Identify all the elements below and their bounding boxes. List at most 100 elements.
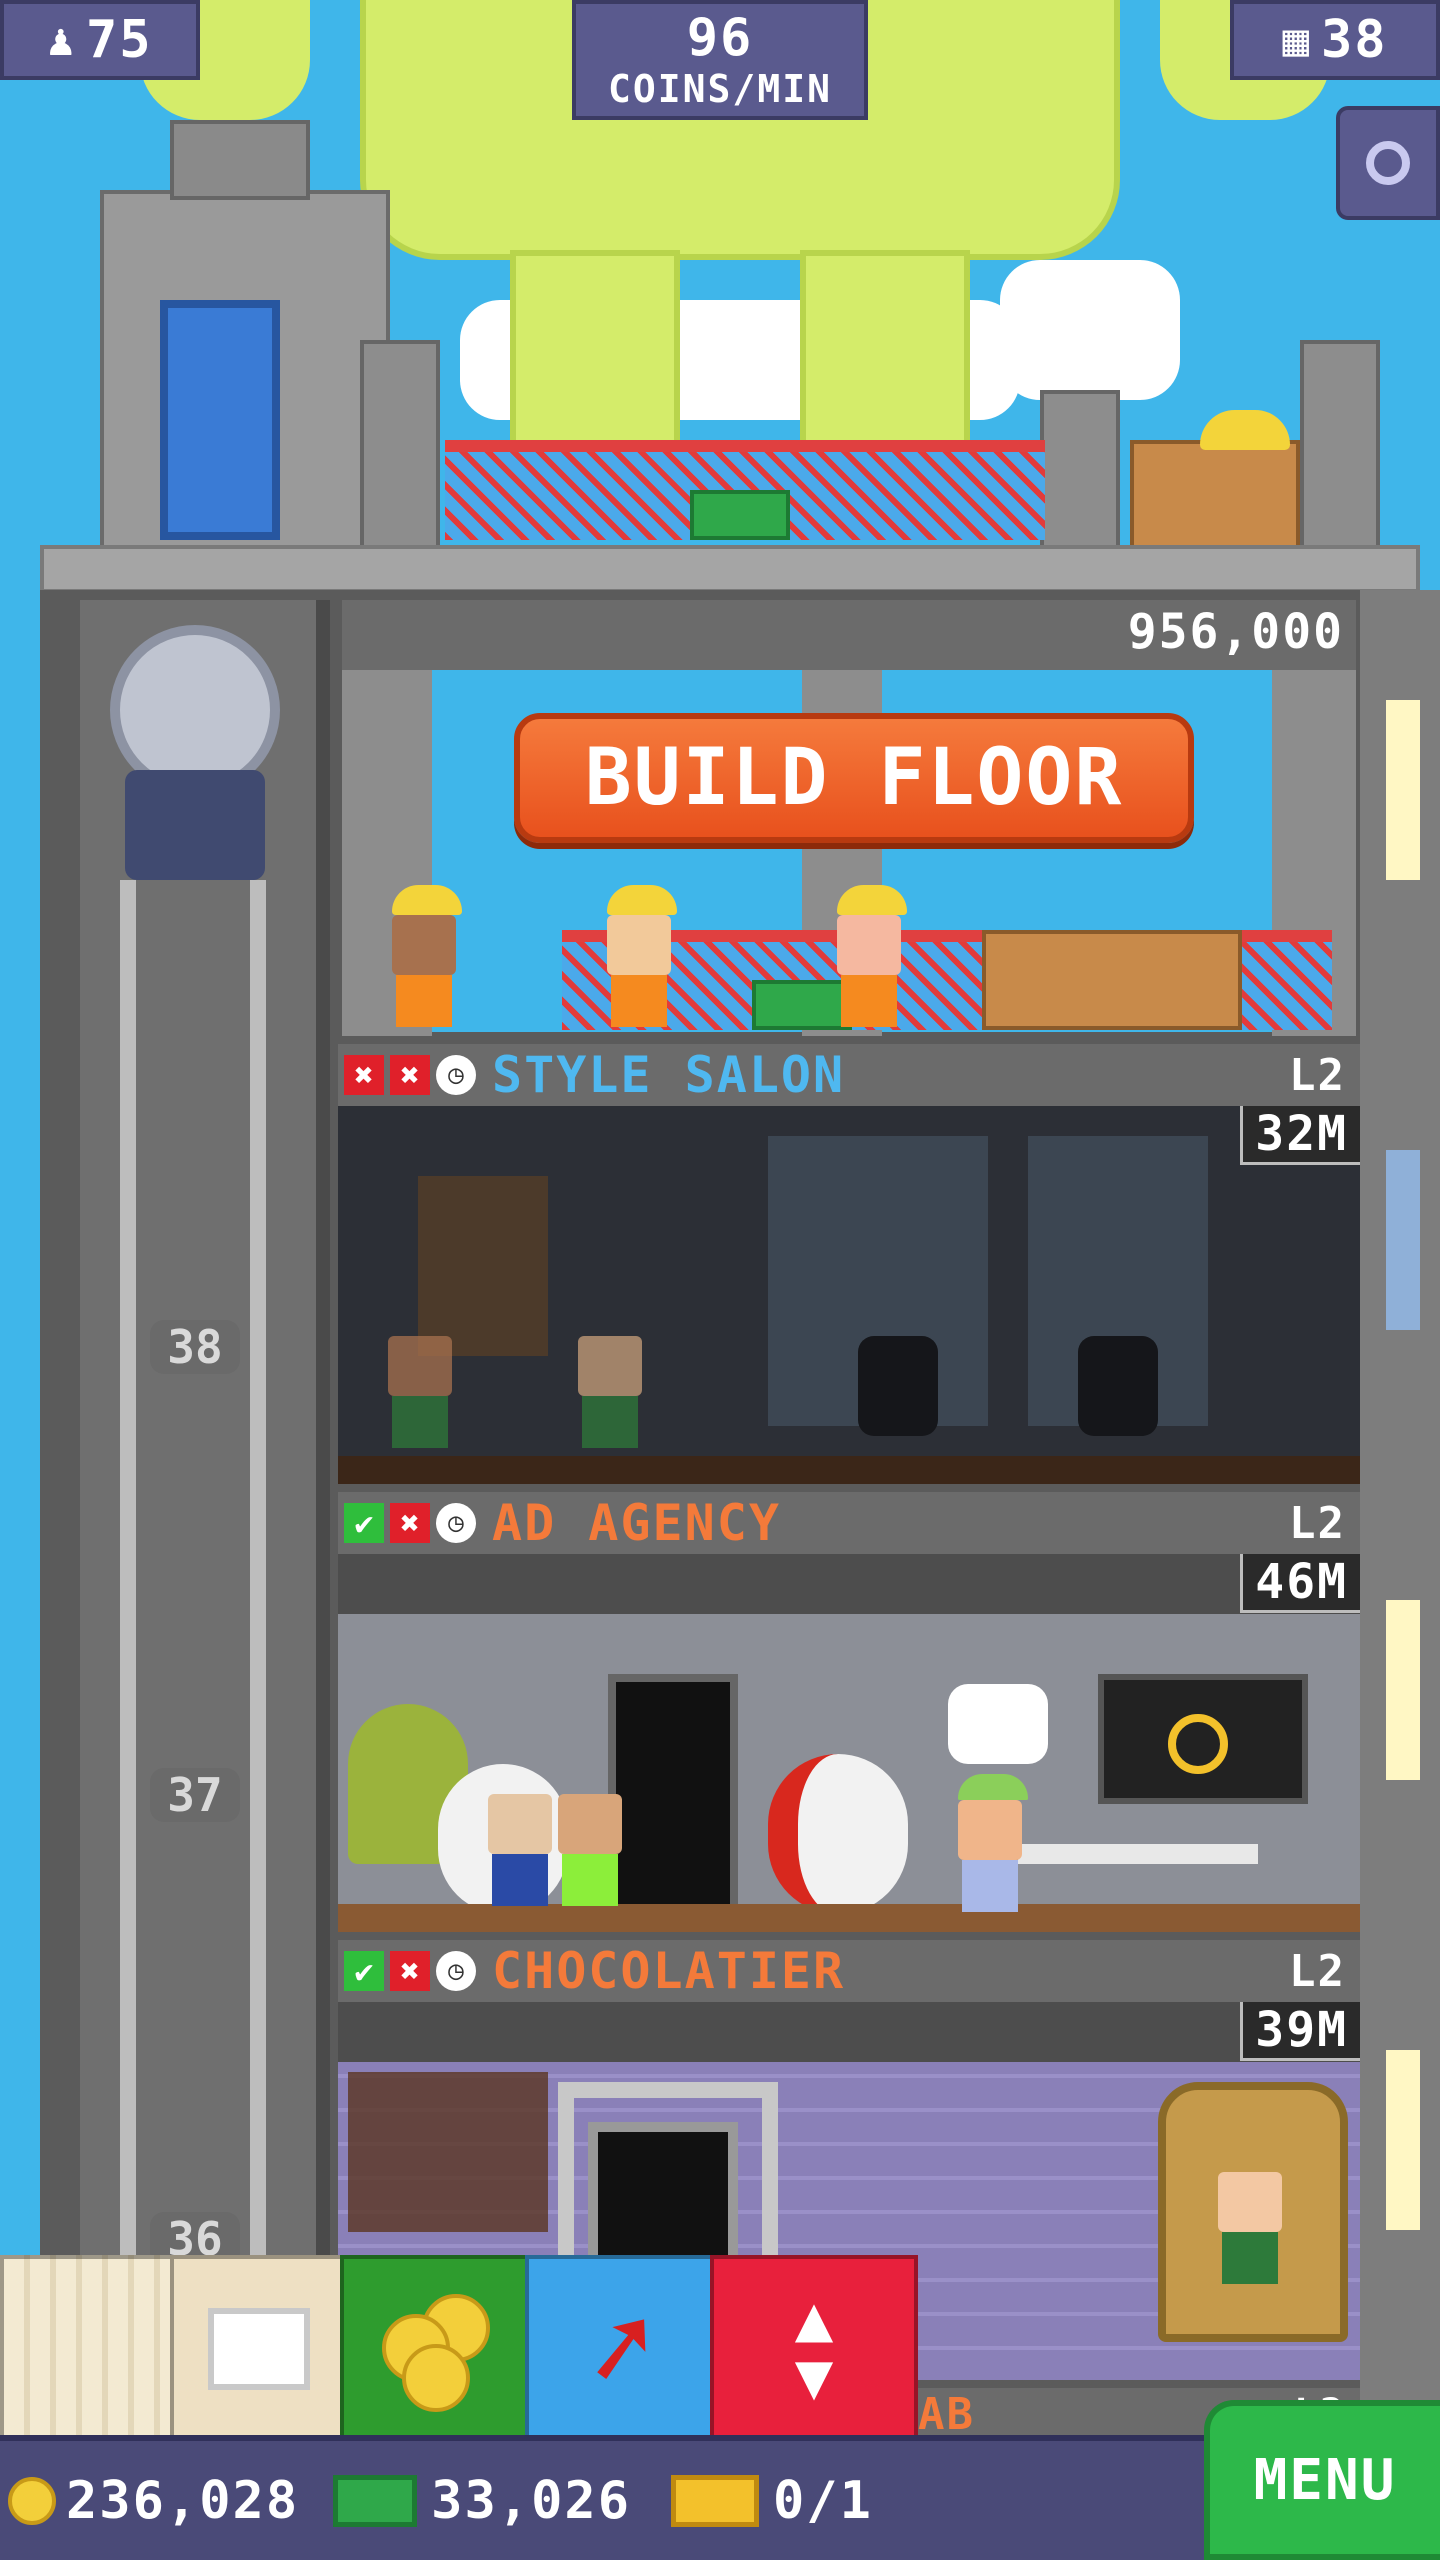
clock-icon: ◷ xyxy=(436,1503,476,1543)
salon-shelf xyxy=(418,1176,548,1356)
cloud xyxy=(1000,260,1180,400)
red-x-icon: ✖ xyxy=(390,1503,430,1543)
floor-name-partial: AB xyxy=(918,2388,975,2440)
ceiling xyxy=(338,2002,1360,2062)
floor-level: L2 xyxy=(1289,1497,1346,1549)
floor-strip xyxy=(338,1456,1360,1484)
floor-header: ✔ ✖ ◷ AD AGENCY L2 xyxy=(338,1492,1360,1554)
roof-door xyxy=(160,300,280,540)
menu-label: MENU xyxy=(1253,2447,1397,2513)
population-counter[interactable]: ♟ 75 xyxy=(0,0,200,80)
floor-counter[interactable]: ▦ 38 xyxy=(1230,0,1440,80)
construction-floor[interactable]: 956,000 BUILD FLOOR xyxy=(338,596,1360,1036)
window-light xyxy=(1386,700,1420,880)
up-down-arrow-icon: ▲ ▼ xyxy=(794,2282,834,2414)
arrow-icon: ➚ xyxy=(579,2281,664,2417)
chocolate-shelf xyxy=(348,2072,548,2232)
coin-icon xyxy=(8,2476,56,2525)
coin-stack-icon xyxy=(381,2294,492,2412)
coins-shop-button[interactable] xyxy=(340,2255,533,2443)
roof-pillar xyxy=(360,340,440,550)
salon-chair xyxy=(1078,1336,1158,1436)
hardhat-icon xyxy=(392,885,462,915)
bux-value: 33,026 xyxy=(431,2470,631,2531)
floor-name: AD AGENCY xyxy=(492,1494,781,1552)
coins-per-min: 96 COINS/MIN xyxy=(572,0,868,120)
roof-vent xyxy=(170,120,310,200)
salon-customer xyxy=(578,1336,642,1448)
ring-icon xyxy=(1168,1714,1228,1774)
chocolate-dispenser xyxy=(588,2122,738,2272)
vip-value: 0/1 xyxy=(773,2470,873,2531)
building-icon: ▦ xyxy=(1282,14,1311,66)
tool-panel-cream[interactable] xyxy=(0,2255,183,2443)
floor-style-salon[interactable]: ✖ ✖ ◷ STYLE SALON L2 32M xyxy=(338,1044,1360,1484)
clock-icon: ◷ xyxy=(436,1055,476,1095)
shaft-floor-number: 37 xyxy=(150,1768,240,1822)
floor-name: CHOCOLATIER xyxy=(492,1942,846,2000)
cap-icon xyxy=(958,1774,1028,1800)
elevator-motor xyxy=(125,770,265,880)
egg-chair xyxy=(768,1754,908,1914)
floor-interior xyxy=(338,1554,1360,1932)
toolbox xyxy=(690,490,790,540)
ceiling xyxy=(338,1554,1360,1614)
inventory-button[interactable] xyxy=(170,2255,348,2443)
build-floor-label: BUILD FLOOR xyxy=(584,733,1124,823)
floor-strip xyxy=(338,1904,1360,1932)
coins-per-min-value: 96 xyxy=(686,8,754,68)
construction-worker xyxy=(837,885,907,1027)
floor-header: ✖ ✖ ◷ STYLE SALON L2 xyxy=(338,1044,1360,1106)
move-button[interactable]: ➚ xyxy=(525,2255,718,2443)
floor-header: ✔ ✖ ◷ CHOCOLATIER L2 xyxy=(338,1940,1360,2002)
ticket-icon xyxy=(671,2474,759,2527)
floor-count-value: 38 xyxy=(1320,10,1388,70)
floor-price: 46M xyxy=(1240,1554,1360,1613)
build-floor-button[interactable]: BUILD FLOOR xyxy=(514,713,1194,843)
construction-worker xyxy=(607,885,677,1027)
elevator-cable xyxy=(120,880,136,2440)
agency-customer xyxy=(488,1794,552,1906)
elevator-control-button[interactable]: ▲ ▼ xyxy=(710,2255,918,2443)
build-cost: 956,000 xyxy=(1127,604,1344,660)
floor-ad-agency[interactable]: ✔ ✖ ◷ AD AGENCY L2 46M xyxy=(338,1492,1360,1932)
floor-level: L2 xyxy=(1289,1945,1346,1997)
clock-icon: ◷ xyxy=(436,1951,476,1991)
floor-level: L2 xyxy=(1289,1049,1346,1101)
population-value: 75 xyxy=(85,10,153,70)
zoom-button[interactable] xyxy=(1336,106,1440,220)
red-x-icon: ✖ xyxy=(344,1055,384,1095)
agency-worker xyxy=(958,1774,1028,1912)
hardhat-icon xyxy=(607,885,677,915)
red-x-icon: ✖ xyxy=(390,1951,430,1991)
floor-name: STYLE SALON xyxy=(492,1046,846,1104)
menu-button[interactable]: MENU xyxy=(1204,2400,1440,2560)
chocolatier-worker xyxy=(1218,2172,1282,2284)
red-x-icon: ✖ xyxy=(390,1055,430,1095)
window-light xyxy=(1386,2050,1420,2230)
salon-chair xyxy=(858,1336,938,1436)
coins-value: 236,028 xyxy=(66,2470,300,2531)
roof-pillar xyxy=(1300,340,1380,550)
coins-per-min-label: COINS/MIN xyxy=(608,67,832,111)
roof-ledge xyxy=(40,545,1420,593)
shaft-floor-number: 38 xyxy=(150,1320,240,1374)
bux-icon xyxy=(333,2474,418,2527)
person-icon: ♟ xyxy=(47,14,76,66)
green-check-icon: ✔ xyxy=(344,1503,384,1543)
green-check-icon: ✔ xyxy=(344,1951,384,1991)
floor-price: 39M xyxy=(1240,2002,1360,2061)
magnifier-icon xyxy=(1366,141,1410,185)
floor-interior xyxy=(338,1106,1360,1484)
window-light xyxy=(1386,1150,1420,1330)
construction-crate xyxy=(982,930,1242,1030)
desk xyxy=(1018,1844,1258,1864)
window-light xyxy=(1386,1600,1420,1780)
hardhat-icon xyxy=(837,885,907,915)
roof-pillar xyxy=(1040,390,1120,550)
construction-worker xyxy=(392,885,462,1027)
office-door xyxy=(608,1674,738,1914)
thought-bubble xyxy=(948,1684,1048,1764)
elevator-cable xyxy=(250,880,266,2440)
agency-customer xyxy=(558,1794,622,1906)
